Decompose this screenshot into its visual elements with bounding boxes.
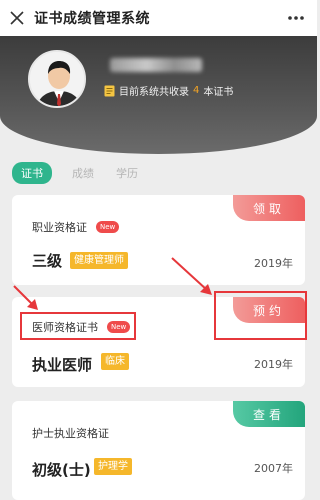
arrow-to-reserve-line <box>171 257 208 291</box>
annotation-arrows <box>13 257 212 310</box>
